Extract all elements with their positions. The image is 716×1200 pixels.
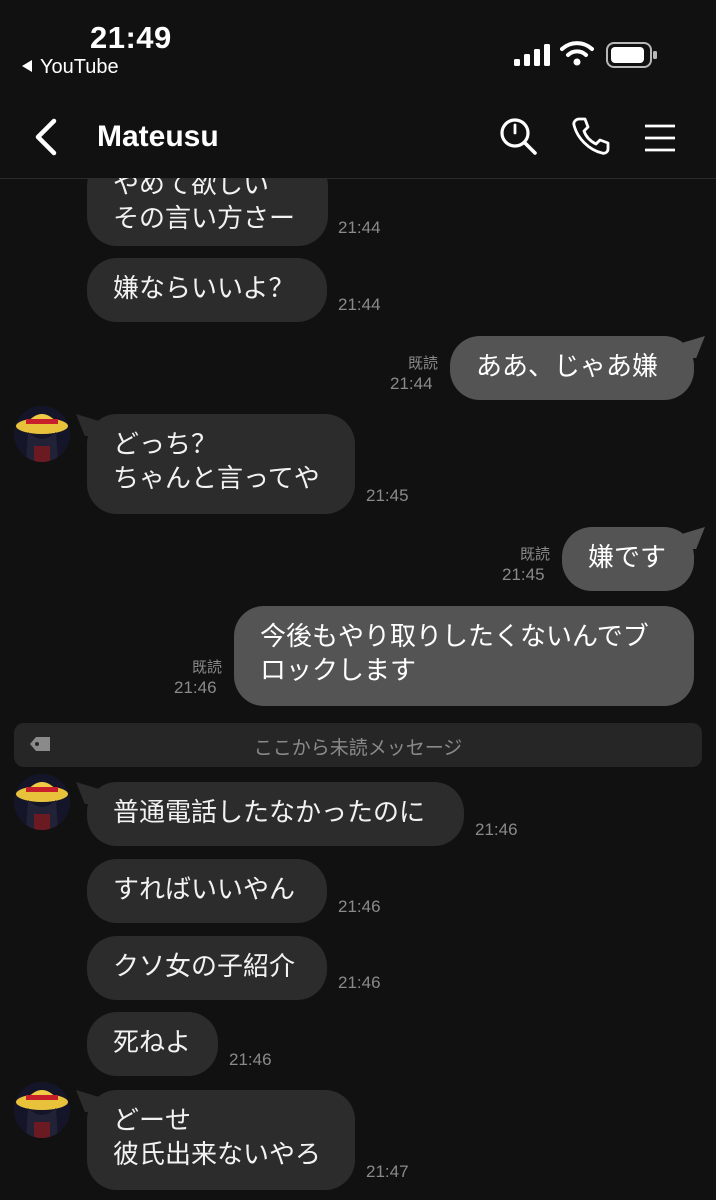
message-time: 21:46 — [174, 678, 217, 697]
read-receipt: 既読 — [191, 658, 222, 676]
bubble-tail — [76, 782, 98, 804]
message-time: 21:44 — [338, 218, 381, 237]
chat-header: Mateusu — [0, 96, 716, 179]
message-bubble[interactable]: どっち？ ちゃんと言ってや — [87, 414, 355, 514]
read-receipt: 既読 — [407, 354, 438, 372]
message-time: 21:44 — [338, 295, 381, 314]
message-bubble[interactable]: 普通電話したなかったのに — [87, 782, 464, 846]
back-chevron-icon[interactable] — [30, 118, 60, 156]
avatar-image — [14, 406, 70, 462]
message-bubble[interactable]: 嫌ならいいよ？ — [87, 258, 327, 322]
avatar-image — [14, 1082, 70, 1138]
message-time: 21:47 — [366, 1162, 409, 1181]
cellular-signal-icon — [514, 44, 550, 66]
message-list[interactable]: やめて欲しい その言い方さー 21:44 嫌ならいいよ？ 21:44 既読 21… — [0, 178, 716, 1200]
back-app-label: YouTube — [40, 56, 119, 78]
status-bar: 21:49 YouTube — [0, 0, 716, 96]
avatar[interactable] — [14, 406, 70, 462]
message-time: 21:44 — [390, 374, 433, 393]
message-time: 21:46 — [229, 1050, 272, 1069]
message-bubble[interactable]: 嫌です — [562, 527, 694, 591]
message-bubble[interactable]: どーせ 彼氏出来ないやろ — [87, 1090, 355, 1190]
search-icon[interactable] — [498, 116, 538, 156]
message-time: 21:46 — [475, 820, 518, 839]
back-triangle-icon — [22, 60, 32, 72]
message-time: 21:45 — [366, 486, 409, 505]
unread-divider-label: ここから未読メッセージ — [253, 737, 463, 759]
avatar-image — [14, 774, 70, 830]
back-to-app-link[interactable]: YouTube — [22, 56, 119, 79]
bubble-tail — [76, 414, 98, 436]
message-time: 21:46 — [338, 973, 381, 992]
avatar[interactable] — [14, 774, 70, 830]
bubble-tail — [683, 527, 705, 549]
bubble-tail — [683, 336, 705, 358]
chat-title: Mateusu — [97, 120, 219, 153]
battery-icon — [606, 42, 657, 68]
message-bubble[interactable]: ああ、じゃあ嫌 — [450, 336, 694, 400]
avatar[interactable] — [14, 1082, 70, 1138]
unread-divider: ここから未読メッセージ — [14, 723, 702, 767]
wifi-icon — [560, 41, 594, 66]
message-bubble[interactable]: 今後もやり取りしたくないんでブ ロックします — [234, 606, 694, 706]
menu-icon[interactable] — [644, 124, 676, 152]
status-time: 21:49 — [90, 20, 172, 55]
read-receipt: 既読 — [519, 545, 550, 563]
phone-icon[interactable] — [572, 116, 610, 156]
message-bubble[interactable]: クソ女の子紹介 — [87, 936, 327, 1000]
message-time: 21:46 — [338, 897, 381, 916]
bubble-tail — [76, 1090, 98, 1112]
message-bubble[interactable]: 死ねよ — [87, 1012, 218, 1076]
message-time: 21:45 — [502, 565, 545, 584]
message-bubble[interactable]: やめて欲しい その言い方さー — [87, 178, 328, 246]
message-bubble[interactable]: すればいいやん — [87, 859, 327, 923]
